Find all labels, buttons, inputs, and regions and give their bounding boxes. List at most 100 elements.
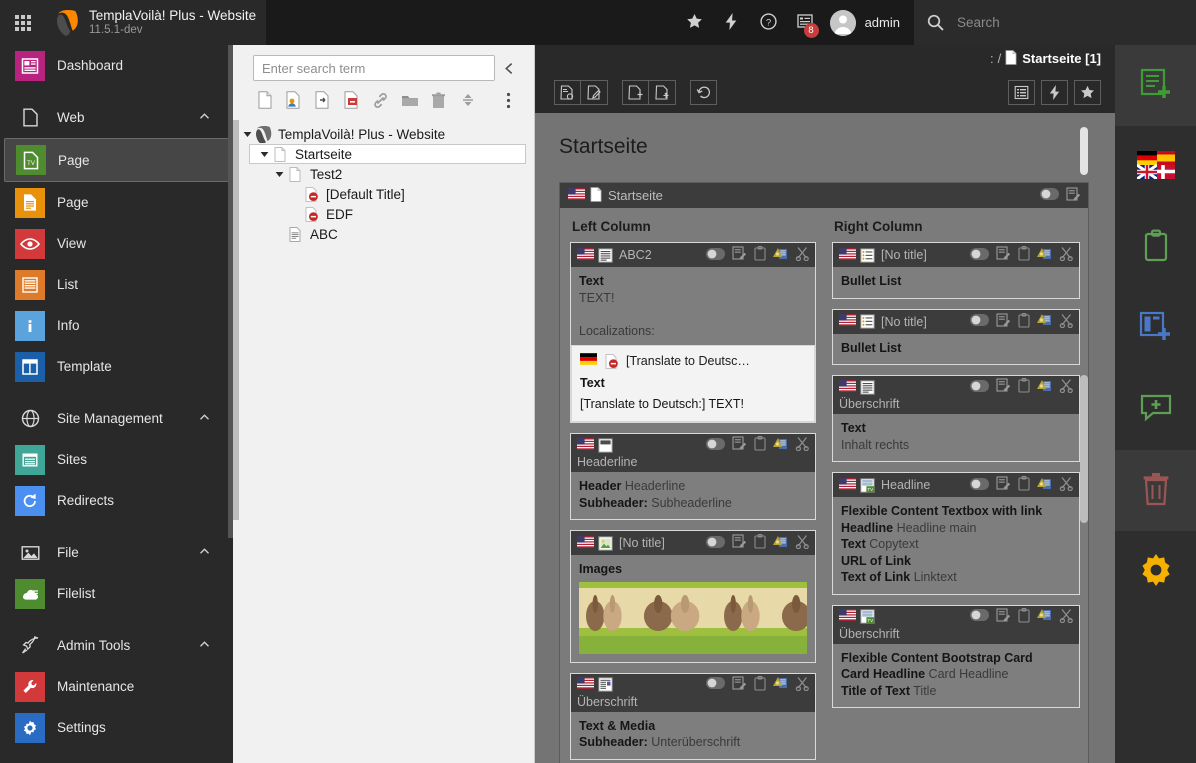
cut-icon[interactable] <box>1059 476 1074 494</box>
edit-icon[interactable] <box>996 312 1011 331</box>
new-element-button[interactable] <box>1115 288 1196 369</box>
page-move-in-icon[interactable] <box>308 88 337 112</box>
languages-flags-button[interactable] <box>1115 126 1196 207</box>
cut-icon[interactable] <box>1059 608 1074 626</box>
clipboard-icon[interactable] <box>754 246 766 264</box>
sidebar-group-site-management[interactable]: Site Management <box>0 398 233 439</box>
sidebar-group-web[interactable]: Web <box>0 97 233 138</box>
tree-node[interactable]: EDF <box>281 204 526 224</box>
cut-icon[interactable] <box>1059 246 1074 264</box>
edit-icon[interactable] <box>732 436 747 454</box>
toggle-icon[interactable] <box>706 677 725 692</box>
collapse-tree-button[interactable] <box>495 62 523 75</box>
sidebar-item-page[interactable]: Page <box>0 182 233 223</box>
content-element[interactable]: Überschrift Text Inhalt rechts <box>832 375 1080 462</box>
content-element[interactable]: TV Überschrift Flexible Content Bootstra… <box>832 604 1080 708</box>
page-tree-search-input[interactable] <box>253 55 495 81</box>
chevron-up-icon[interactable] <box>198 638 211 654</box>
sidebar-item-dashboard[interactable]: Dashboard <box>0 45 233 86</box>
clipboard-button[interactable] <box>1115 207 1196 288</box>
copy-icon[interactable] <box>773 247 788 264</box>
cut-icon[interactable] <box>795 534 810 552</box>
toggle-icon[interactable] <box>706 437 725 453</box>
content-element[interactable]: Überschrift Text & Media Subheader: Unter… <box>570 672 816 760</box>
sidebar-item-view[interactable]: View <box>0 223 233 264</box>
toggle-icon[interactable] <box>1040 188 1059 203</box>
copy-icon[interactable] <box>1037 379 1052 396</box>
page-tree-scrollbar[interactable] <box>233 120 239 520</box>
clear-cache-icon[interactable] <box>1041 80 1068 105</box>
copy-icon[interactable] <box>1037 608 1052 625</box>
content-image[interactable] <box>579 581 633 654</box>
sidebar-item-template[interactable]: Template <box>0 346 233 387</box>
toggle-icon[interactable] <box>706 535 725 551</box>
edit-icon[interactable] <box>732 534 747 552</box>
sidebar-item-filelist[interactable]: Filelist <box>0 573 233 614</box>
history-icon[interactable] <box>690 80 717 105</box>
chevron-up-icon[interactable] <box>198 411 211 427</box>
content-image[interactable] <box>717 581 771 654</box>
context-menu-icon[interactable] <box>494 88 523 112</box>
cut-icon[interactable] <box>1059 378 1074 396</box>
edit-icon[interactable] <box>732 246 747 264</box>
cut-icon[interactable] <box>795 246 810 264</box>
content-element[interactable]: Headerline Header Headerline Subheader: S… <box>570 433 816 520</box>
sidebar-item-maintenance[interactable]: Maintenance <box>0 666 233 707</box>
clipboard-icon[interactable] <box>754 436 766 454</box>
content-element[interactable]: [No title] Images <box>570 530 816 663</box>
clear-cache-button[interactable] <box>713 0 750 45</box>
clipboard-icon[interactable] <box>1018 312 1030 331</box>
move-page-icon[interactable] <box>649 80 676 105</box>
content-element[interactable]: ABC2 Text TEXT! Localizations: [Translat… <box>570 242 816 423</box>
new-page-icon[interactable] <box>250 88 279 112</box>
bookmarks-button[interactable] <box>676 0 713 45</box>
new-content-element-button[interactable] <box>1115 45 1196 126</box>
content-element[interactable]: [No title] Bullet List <box>832 242 1080 299</box>
edit-icon[interactable] <box>1066 186 1081 205</box>
tree-toggle-icon[interactable] <box>239 130 255 139</box>
tree-toggle-icon[interactable] <box>271 170 287 179</box>
content-element[interactable]: [No title] Bullet List <box>832 308 1080 365</box>
help-button[interactable]: ? <box>750 0 787 45</box>
chevron-up-icon[interactable] <box>198 545 211 561</box>
clipboard-icon[interactable] <box>1018 607 1030 626</box>
edit-page-icon[interactable] <box>581 80 608 105</box>
sidebar-group-admin-tools[interactable]: Admin Tools <box>0 625 233 666</box>
sort-icon[interactable] <box>453 88 482 112</box>
cut-icon[interactable] <box>795 676 810 694</box>
clipboard-icon[interactable] <box>1018 378 1030 396</box>
image-strip[interactable] <box>579 581 807 654</box>
sidebar-item-page-active[interactable]: TV Page <box>4 138 229 182</box>
trash-icon[interactable] <box>424 88 453 112</box>
toggle-icon[interactable] <box>970 247 989 263</box>
system-information-button[interactable]: 8 <box>787 0 824 45</box>
cut-icon[interactable] <box>1059 313 1074 331</box>
content-element[interactable]: TV Headline Flexible Content Textbox wit… <box>832 472 1080 595</box>
clipboard-icon[interactable] <box>1018 246 1030 264</box>
tree-node[interactable]: Startseite <box>249 144 526 164</box>
edit-icon[interactable] <box>996 476 1011 494</box>
new-content-icon[interactable] <box>622 80 649 105</box>
edit-icon[interactable] <box>996 246 1011 264</box>
tree-node[interactable]: ABC <box>265 224 526 244</box>
copy-icon[interactable] <box>1037 247 1052 264</box>
user-menu-button[interactable]: admin <box>824 0 914 45</box>
tree-toggle-icon[interactable] <box>256 150 272 159</box>
content-image[interactable] <box>633 581 717 654</box>
sidebar-item-sites[interactable]: Sites <box>0 439 233 480</box>
link-icon[interactable] <box>366 88 395 112</box>
page-delete-icon[interactable] <box>337 88 366 112</box>
edit-icon[interactable] <box>732 675 747 694</box>
copy-icon[interactable] <box>1037 477 1052 494</box>
toggle-icon[interactable] <box>970 609 989 624</box>
sidebar-item-settings[interactable]: Settings <box>0 707 233 748</box>
sidebar-group-file[interactable]: File <box>0 532 233 573</box>
chevron-up-icon[interactable] <box>198 110 211 126</box>
copy-icon[interactable] <box>773 437 788 454</box>
brand-area[interactable]: TemplaVoilà! Plus - Website 11.5.1-dev <box>45 0 267 45</box>
sidebar-item-redirects[interactable]: Redirects <box>0 480 233 521</box>
new-page-user-icon[interactable] <box>279 88 308 112</box>
list-module-icon[interactable] <box>1008 80 1035 105</box>
sidebar-item-list[interactable]: List <box>0 264 233 305</box>
clipboard-icon[interactable] <box>754 675 766 694</box>
